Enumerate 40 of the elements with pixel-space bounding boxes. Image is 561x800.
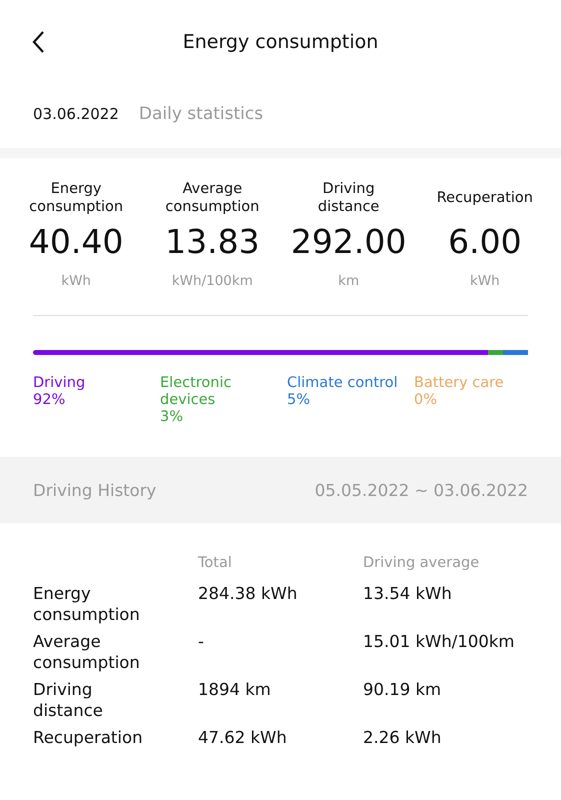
stat-unit: km <box>338 273 360 289</box>
legend-percent: 0% <box>414 392 438 409</box>
stat-unit: kWh/100km <box>172 273 253 289</box>
stat-label: Energy consumption <box>28 180 124 217</box>
stat-label: Driving distance <box>316 180 380 217</box>
legend-label: Driving <box>33 375 86 392</box>
table-cell-text: - <box>198 631 205 653</box>
back-icon <box>31 30 45 54</box>
row-label: Average consumption <box>33 631 141 673</box>
stat-unit: kWh <box>470 273 500 289</box>
row-label: Recuperation <box>33 727 144 748</box>
stat-value: 13.83 <box>165 222 260 261</box>
legend-percent: 5% <box>287 392 312 409</box>
table-cell-text: 47.62 kWh <box>198 727 288 748</box>
row-label: Driving distance <box>33 679 104 721</box>
column-header: Driving average <box>363 555 480 571</box>
date-label: 03.06.2022 <box>33 105 119 123</box>
legend-label: Electronic devices <box>160 375 232 409</box>
history-title: Driving History <box>33 480 156 500</box>
date-range: 05.05.2022 ~ 03.06.2022 <box>314 480 528 500</box>
row-label: Energy consumption <box>33 583 141 625</box>
legend-percent: 3% <box>160 409 184 426</box>
stat-label: Average consumption <box>164 180 260 217</box>
table-cell-text: 284.38 kWh <box>198 583 298 605</box>
stat-value: 40.40 <box>28 222 124 261</box>
legend-percent: 92% <box>33 392 66 409</box>
table-cell-text: 15.01 kWh/100km <box>363 631 516 653</box>
table-cell-text: 1894 km <box>198 679 272 701</box>
legend-label: Battery care <box>414 375 505 392</box>
table-cell-text: 2.26 kWh <box>363 727 442 748</box>
table-cell-text: 90.19 km <box>363 679 442 701</box>
column-header: Total <box>198 555 233 571</box>
stat-value: 292.00 <box>290 222 406 261</box>
page-title: Energy consumption <box>182 31 378 53</box>
stat-unit: kWh <box>61 273 91 289</box>
legend-label: Climate control <box>287 375 399 392</box>
stat-label: Recuperation <box>436 189 533 208</box>
daily-statistics-label: Daily statistics <box>138 104 264 124</box>
table-cell-text: 13.54 kWh <box>363 583 453 605</box>
stat-value: 6.00 <box>448 222 522 261</box>
